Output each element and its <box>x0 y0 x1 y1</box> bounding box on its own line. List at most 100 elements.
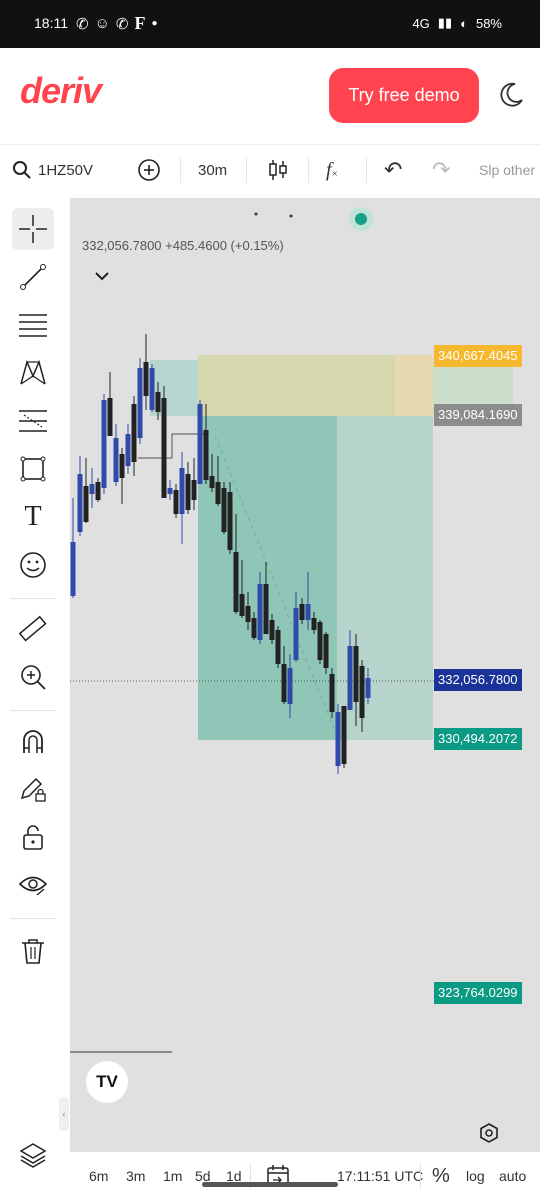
fib-retracement-tool[interactable] <box>12 304 54 346</box>
toolbar-divider <box>246 157 247 183</box>
candle-body <box>167 488 173 494</box>
candle-body <box>149 368 155 410</box>
sidebar-collapse-chevron-icon[interactable]: ‹ <box>59 1097 69 1131</box>
whatsapp-icon: ✆ <box>76 15 89 33</box>
range-5d[interactable]: 5d <box>195 1152 211 1200</box>
undo-icon[interactable]: ↶ <box>384 145 402 195</box>
rectangle-icon <box>20 456 46 482</box>
settings-hex-icon[interactable] <box>478 1122 500 1144</box>
symbol-search[interactable]: 1HZ50V <box>12 145 93 195</box>
eye-icon <box>18 876 48 896</box>
symbol-label: 1HZ50V <box>38 161 94 179</box>
price-chart[interactable]: 332,056.7800 +485.4600 (+0.15%) 340,667.… <box>70 198 540 1152</box>
toolbar-overflow-text[interactable]: Slp other <box>479 145 535 195</box>
measure-tool[interactable] <box>12 608 54 650</box>
crosshair-tool[interactable] <box>12 208 54 250</box>
candle-body <box>287 668 293 704</box>
trash-icon <box>22 939 44 964</box>
candle-body <box>161 398 167 498</box>
hide-drawings-tool[interactable] <box>12 864 54 906</box>
utc-clock[interactable]: 17:11:51 UTC <box>337 1152 423 1200</box>
indicators-fx-icon[interactable]: f × <box>326 145 338 195</box>
percent-toggle[interactable]: % <box>432 1152 450 1200</box>
candle-body <box>203 430 209 480</box>
candle-body <box>293 608 299 660</box>
rectangle-tool[interactable] <box>12 448 54 490</box>
sidebar-divider <box>10 710 56 711</box>
text-tool-icon[interactable]: T <box>12 496 54 538</box>
candle-body <box>131 404 137 462</box>
remove-drawings-tool[interactable] <box>12 930 54 972</box>
stop-zone-right <box>395 355 433 416</box>
candle-body <box>101 400 107 488</box>
try-free-demo-button[interactable]: Try free demo <box>329 68 479 123</box>
drawing-toolbar: T <box>0 194 68 1200</box>
candle-body <box>89 484 95 494</box>
emoji-tool[interactable] <box>12 544 54 586</box>
candle-body <box>311 618 317 630</box>
xabcd-pattern-icon <box>20 359 46 385</box>
candle-body <box>221 488 227 532</box>
tradingview-logo[interactable]: TV <box>86 1061 128 1103</box>
lock-all-tool[interactable] <box>12 816 54 858</box>
log-toggle[interactable]: log <box>466 1152 485 1200</box>
candle-body <box>179 468 185 514</box>
candle-body <box>155 392 161 412</box>
candle-body <box>215 482 221 504</box>
market-open-indicator[interactable] <box>355 213 367 225</box>
candle-body <box>341 706 347 764</box>
trend-line-tool[interactable] <box>12 256 54 298</box>
range-1d[interactable]: 1d <box>226 1152 242 1200</box>
candle-body <box>275 630 281 664</box>
chart-bottom-bar: 6m 3m 1m 5d 1d 17:11:51 UTC % log auto <box>70 1152 540 1200</box>
deriv-logo[interactable]: deriv <box>20 70 102 112</box>
auto-toggle[interactable]: auto <box>499 1152 526 1200</box>
battery-label: 58% <box>475 15 502 31</box>
candle-body <box>107 398 113 436</box>
chart-dot <box>254 212 258 216</box>
dark-mode-moon-icon[interactable] <box>496 80 526 110</box>
candles-icon <box>269 160 287 180</box>
pattern-tool[interactable] <box>12 352 54 394</box>
range-6m[interactable]: 6m <box>89 1152 108 1200</box>
redo-icon[interactable]: ↷ <box>432 145 450 195</box>
search-icon <box>13 161 31 179</box>
lock-drawings-tool[interactable] <box>12 768 54 810</box>
candle-body <box>359 666 365 718</box>
layers-icon <box>19 1143 47 1168</box>
interval-selector[interactable]: 30m <box>198 145 227 195</box>
price-tag-axis: 323,764.0299 <box>434 982 522 1004</box>
object-tree-tool[interactable] <box>12 1134 54 1176</box>
ohlc-summary: 332,056.7800 +485.4600 (+0.15%) <box>82 238 284 253</box>
goto-date-button[interactable] <box>266 1152 290 1200</box>
range-3m[interactable]: 3m <box>126 1152 145 1200</box>
plus-circle-icon <box>138 159 160 181</box>
toolbar-divider <box>366 157 367 183</box>
chevron-down-icon[interactable] <box>94 270 110 282</box>
trend-line-icon <box>20 264 46 290</box>
chart-toolbar: 1HZ50V 30m f × ↶ ↷ Slp other <box>0 144 540 195</box>
target-zone[interactable] <box>198 416 337 740</box>
candle-body <box>83 486 89 522</box>
facebook-icon: F <box>134 13 146 33</box>
notification-icons: ✆ ☺ ✆ F ● <box>76 13 158 34</box>
candle-body <box>125 434 131 466</box>
magnet-tool[interactable] <box>12 720 54 762</box>
candle-body <box>143 362 149 396</box>
zoom-tool[interactable] <box>12 656 54 698</box>
chart-type-button[interactable] <box>266 145 290 195</box>
chart-dot <box>289 214 293 218</box>
candle-body <box>269 620 275 640</box>
drawn-line[interactable] <box>138 433 205 459</box>
candle-body <box>329 674 335 712</box>
range-1m[interactable]: 1m <box>163 1152 182 1200</box>
candle-body <box>257 584 263 640</box>
horizontal-lines-icon <box>19 314 47 337</box>
candle-body <box>227 492 233 550</box>
candle-body <box>191 480 197 500</box>
compare-button[interactable] <box>137 145 161 195</box>
forecast-tool[interactable] <box>12 400 54 442</box>
candle-body <box>305 604 311 620</box>
status-right: 4G ▮▮ ◐ 58% <box>412 15 502 31</box>
price-tag-stop: 340,667.4045 <box>434 345 522 367</box>
